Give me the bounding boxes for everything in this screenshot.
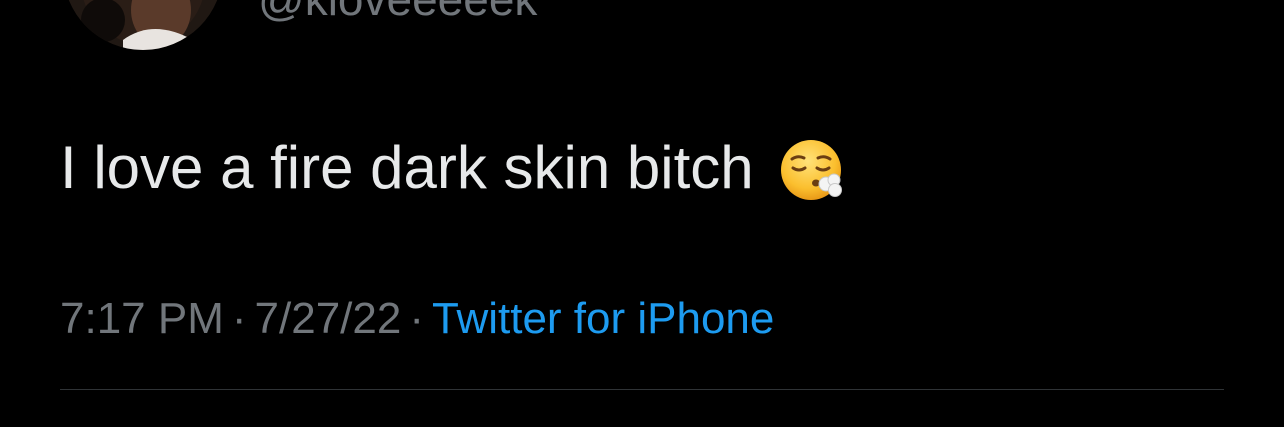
avatar[interactable] [63, 0, 223, 50]
tweet-meta: 7:17 PM · 7/27/22 · Twitter for iPhone [60, 292, 774, 346]
separator: · [409, 294, 424, 343]
tweet-text-content: I love a fire dark skin bitch [60, 134, 754, 201]
tweet-time[interactable]: 7:17 PM [60, 294, 224, 343]
tweet-source-link[interactable]: Twitter for iPhone [432, 294, 774, 343]
tweet-text: I love a fire dark skin bitch [60, 134, 846, 202]
separator: · [231, 294, 247, 343]
divider [60, 389, 1224, 390]
tweet-date[interactable]: 7/27/22 [255, 294, 402, 343]
face-exhaling-emoji-icon [780, 137, 846, 203]
user-handle[interactable]: @kloveeeeek [258, 0, 537, 22]
